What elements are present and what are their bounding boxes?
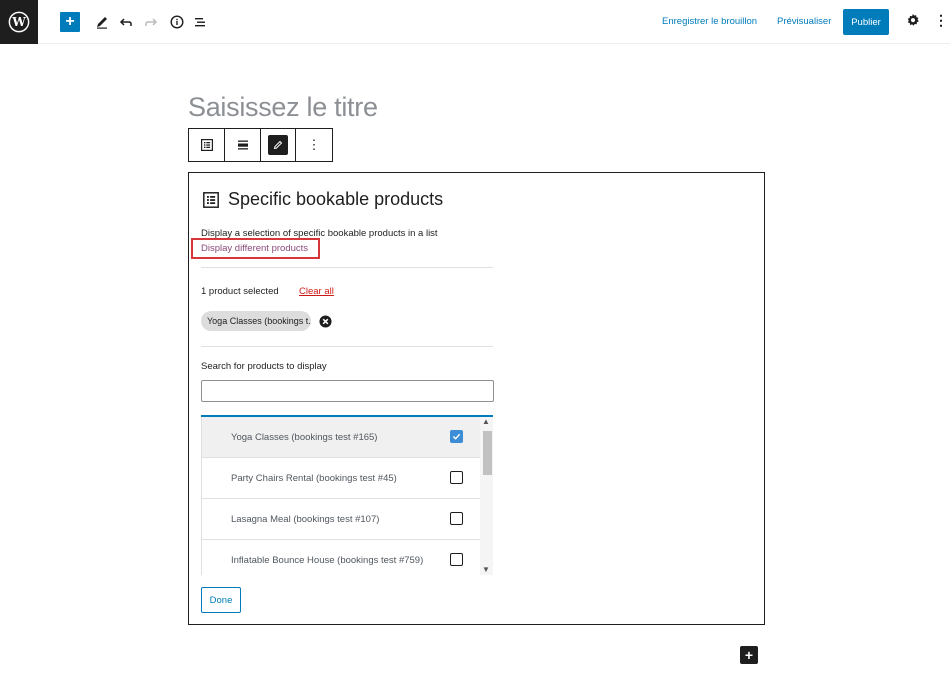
block-more-options-button[interactable]: ⋮	[296, 129, 332, 161]
product-list[interactable]: Yoga Classes (bookings test #165) Party C…	[201, 415, 493, 575]
gear-icon[interactable]	[906, 13, 922, 29]
check-icon	[452, 433, 461, 440]
product-list-items: Yoga Classes (bookings test #165) Party C…	[201, 417, 480, 575]
info-icon[interactable]	[167, 12, 187, 32]
wordpress-icon: W	[8, 11, 30, 33]
block-toolbar: ⋮	[188, 128, 333, 162]
pencil-icon	[268, 135, 288, 155]
done-button[interactable]: Done	[201, 587, 241, 613]
scroll-up-icon[interactable]: ▲	[482, 417, 490, 426]
checkbox[interactable]	[450, 553, 463, 566]
search-label: Search for products to display	[201, 361, 327, 372]
divider	[201, 346, 493, 347]
redo-icon[interactable]	[141, 12, 161, 32]
selected-count: 1 product selected	[201, 286, 279, 297]
product-label: Lasagna Meal (bookings test #107)	[231, 513, 380, 525]
more-options-button[interactable]: ⋮	[934, 12, 948, 29]
editor-top-bar: W + Enregistrer le brouillon Prévisualis…	[0, 0, 950, 44]
list-block-icon	[200, 139, 213, 151]
edit-button[interactable]	[261, 129, 296, 161]
block-title: Specific bookable products	[228, 189, 444, 209]
scroll-down-icon[interactable]: ▼	[482, 565, 490, 574]
product-label: Inflatable Bounce House (bookings test #…	[231, 554, 424, 566]
remove-chip-icon[interactable]	[319, 315, 332, 328]
align-button[interactable]	[225, 129, 261, 161]
product-label: Party Chairs Rental (bookings test #45)	[231, 472, 397, 484]
specific-products-block: Specific bookable products Display a sel…	[188, 172, 765, 625]
display-different-products-link[interactable]: Display different products	[191, 238, 320, 259]
save-draft-button[interactable]: Enregistrer le brouillon	[662, 16, 757, 27]
post-title-input[interactable]: Saisissez le titre	[188, 92, 378, 123]
align-wide-icon	[237, 140, 248, 150]
add-block-plus-icon[interactable]: +	[740, 646, 758, 664]
divider	[201, 267, 493, 268]
wordpress-logo-icon[interactable]: W	[0, 0, 38, 44]
tools-pencil-icon[interactable]	[92, 12, 112, 32]
svg-text:W: W	[11, 15, 26, 29]
product-label: Yoga Classes (bookings test #165)	[231, 431, 378, 443]
add-block-button[interactable]: +	[60, 12, 80, 32]
product-list-item[interactable]: Yoga Classes (bookings test #165)	[201, 417, 480, 458]
preview-button[interactable]: Prévisualiser	[777, 16, 831, 27]
block-header: Specific bookable products	[203, 189, 443, 210]
scrollbar-thumb[interactable]	[483, 431, 492, 475]
publish-button[interactable]: Publier	[843, 9, 889, 35]
product-search-input[interactable]	[201, 380, 494, 402]
product-list-item[interactable]: Inflatable Bounce House (bookings test #…	[201, 540, 480, 575]
product-list-item[interactable]: Lasagna Meal (bookings test #107)	[201, 499, 480, 540]
checkbox[interactable]	[450, 471, 463, 484]
checkbox[interactable]	[450, 512, 463, 525]
list-view-icon[interactable]	[191, 12, 211, 32]
product-list-item[interactable]: Party Chairs Rental (bookings test #45)	[201, 458, 480, 499]
checkbox-checked[interactable]	[450, 430, 463, 443]
block-type-button[interactable]	[189, 129, 225, 161]
selected-product-chip: Yoga Classes (bookings t...	[201, 311, 311, 331]
list-block-icon	[203, 191, 219, 208]
undo-icon[interactable]	[116, 12, 136, 32]
clear-all-button[interactable]: Clear all	[299, 286, 334, 297]
